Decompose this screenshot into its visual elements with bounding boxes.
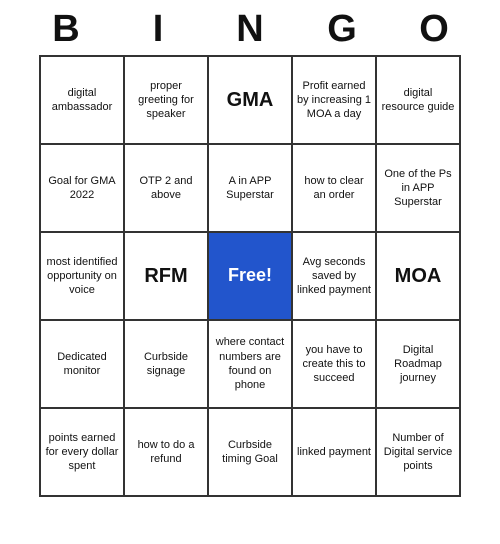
header-letter-o: O: [392, 8, 476, 51]
bingo-cell-14[interactable]: MOA: [377, 233, 461, 321]
bingo-cell-8[interactable]: how to clear an order: [293, 145, 377, 233]
header-letter-n: N: [208, 8, 292, 51]
bingo-cell-9[interactable]: One of the Ps in APP Superstar: [377, 145, 461, 233]
bingo-cell-17[interactable]: where contact numbers are found on phone: [209, 321, 293, 409]
bingo-cell-21[interactable]: how to do a refund: [125, 409, 209, 497]
bingo-cell-12[interactable]: Free!: [209, 233, 293, 321]
bingo-cell-20[interactable]: points earned for every dollar spent: [41, 409, 125, 497]
bingo-cell-1[interactable]: proper greeting for speaker: [125, 57, 209, 145]
bingo-cell-0[interactable]: digital ambassador: [41, 57, 125, 145]
bingo-cell-15[interactable]: Dedicated monitor: [41, 321, 125, 409]
bingo-cell-5[interactable]: Goal for GMA 2022: [41, 145, 125, 233]
bingo-cell-13[interactable]: Avg seconds saved by linked payment: [293, 233, 377, 321]
bingo-cell-24[interactable]: Number of Digital service points: [377, 409, 461, 497]
bingo-cell-19[interactable]: Digital Roadmap journey: [377, 321, 461, 409]
bingo-cell-2[interactable]: GMA: [209, 57, 293, 145]
bingo-cell-10[interactable]: most identified opportunity on voice: [41, 233, 125, 321]
bingo-cell-7[interactable]: A in APP Superstar: [209, 145, 293, 233]
bingo-cell-18[interactable]: you have to create this to succeed: [293, 321, 377, 409]
bingo-cell-11[interactable]: RFM: [125, 233, 209, 321]
header-letter-b: B: [24, 8, 108, 51]
bingo-header: B I N G O: [20, 0, 480, 55]
bingo-cell-23[interactable]: linked payment: [293, 409, 377, 497]
bingo-cell-3[interactable]: Profit earned by increasing 1 MOA a day: [293, 57, 377, 145]
bingo-cell-16[interactable]: Curbside signage: [125, 321, 209, 409]
header-letter-i: I: [116, 8, 200, 51]
bingo-cell-22[interactable]: Curbside timing Goal: [209, 409, 293, 497]
bingo-grid: digital ambassadorproper greeting for sp…: [39, 55, 461, 497]
bingo-cell-4[interactable]: digital resource guide: [377, 57, 461, 145]
header-letter-g: G: [300, 8, 384, 51]
bingo-cell-6[interactable]: OTP 2 and above: [125, 145, 209, 233]
